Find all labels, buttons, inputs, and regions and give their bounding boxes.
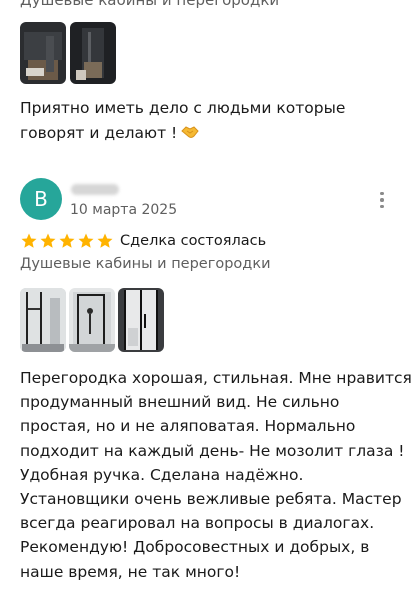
review-text: Перегородка хорошая, стильная. Мне нрави… (20, 369, 412, 581)
review-photo[interactable] (20, 288, 66, 352)
star-icon (59, 233, 75, 248)
star-icon (78, 233, 94, 248)
review-photo[interactable] (70, 22, 116, 84)
avatar: B (20, 178, 62, 220)
rating-row: Сделка состоялась (20, 232, 266, 250)
previous-review-photos (20, 22, 116, 84)
review-category: Душевые кабины и перегородки (20, 256, 271, 272)
star-icon (40, 233, 56, 248)
review-date: 10 марта 2025 (70, 202, 178, 218)
review-photo[interactable] (118, 288, 164, 352)
rating-stars (20, 232, 114, 250)
handshake-icon (181, 126, 199, 138)
review-photo[interactable] (69, 288, 115, 352)
more-options-button[interactable] (374, 188, 390, 212)
star-icon (97, 233, 113, 248)
previous-review-category: Душевые кабины и перегородки (20, 0, 280, 9)
review-photo[interactable] (20, 22, 66, 84)
deal-status: Сделка состоялась (120, 233, 267, 249)
previous-review-text: Приятно иметь дело с людьми которые гово… (20, 96, 410, 146)
star-icon (21, 233, 37, 248)
more-vert-icon (380, 191, 384, 196)
review-photos (20, 288, 164, 352)
author-name-blurred (71, 184, 119, 195)
